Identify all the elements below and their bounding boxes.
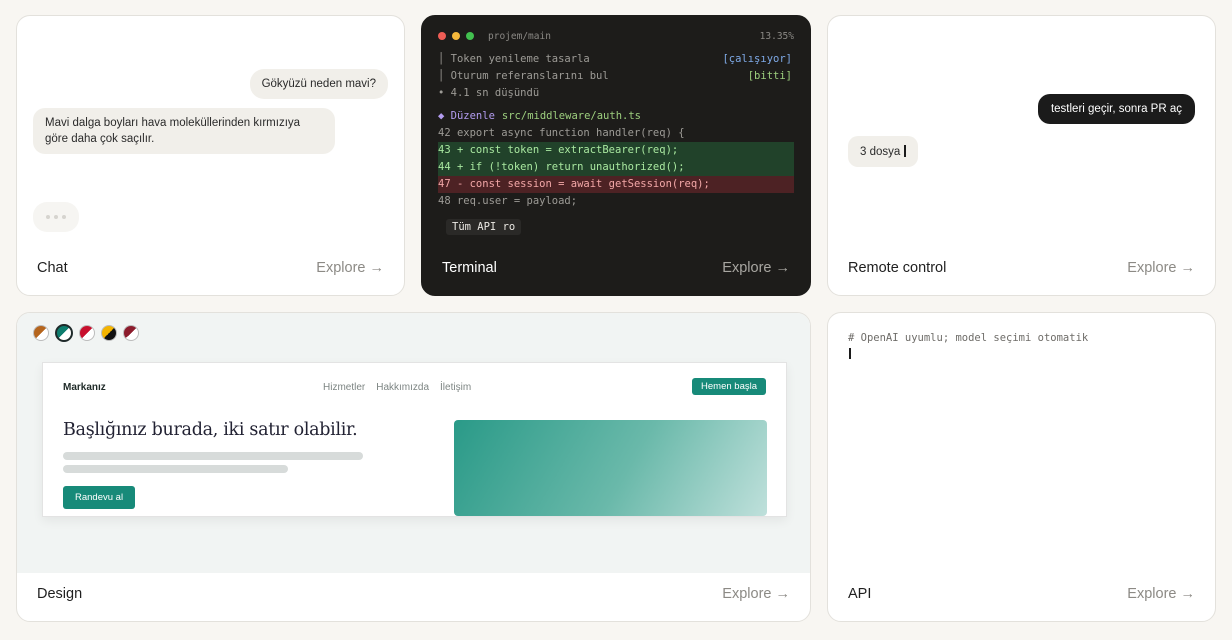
thought-text: • 4.1 sn düşündü (438, 87, 540, 99)
maximize-window-dot (466, 32, 474, 40)
site-nav: Hizmetler Hakkımızda İletişim (323, 382, 471, 393)
task-text: │ Token yenileme tasarla (438, 53, 590, 65)
chat-explore-link[interactable]: Explore → (316, 260, 384, 276)
remote-input-field[interactable]: 3 dosya (848, 136, 918, 167)
task-text: │ Oturum referanslarını bul (438, 70, 609, 82)
site-nav-item[interactable]: Hakkımızda (376, 382, 429, 393)
typing-indicator (33, 202, 79, 232)
task-status: [bitti] (747, 70, 792, 82)
site-brand: Markanız (63, 382, 106, 393)
typing-dot (62, 215, 66, 219)
theme-swatch[interactable] (123, 325, 139, 341)
api-card-footer: API Explore → (828, 567, 1215, 621)
site-cta-button[interactable]: Hemen başla (692, 378, 766, 395)
site-nav-item[interactable]: İletişim (440, 382, 471, 393)
theme-swatch[interactable] (33, 325, 49, 341)
theme-swatch[interactable] (79, 325, 95, 341)
terminal-card-title: Terminal (442, 260, 497, 276)
terminal-titlebar: projem/main 13.35% (438, 28, 794, 44)
thought-line: • 4.1 sn düşündü (438, 85, 794, 102)
chat-card-title: Chat (37, 260, 68, 276)
edit-prefix: ◆ Düzenle (438, 110, 495, 122)
design-card-footer: Design Explore → (17, 567, 810, 621)
terminal-path: projem/main (488, 30, 551, 42)
theme-swatches (33, 324, 139, 342)
site-nav-item[interactable]: Hizmetler (323, 382, 365, 393)
task-line: │ Token yenileme tasarla [çalışıyor] (438, 51, 794, 68)
task-line: │ Oturum referanslarını bul [bitti] (438, 68, 794, 85)
remote-explore-link[interactable]: Explore → (1127, 260, 1195, 276)
chat-bot-message: Mavi dalga boyları hava moleküllerinden … (33, 108, 335, 154)
terminal-percent: 13.35% (759, 30, 794, 42)
terminal-card[interactable]: projem/main 13.35% │ Token yenileme tasa… (421, 15, 811, 296)
terminal-tag: Tüm API ro (446, 219, 522, 235)
diff-line-added: 44 + if (!token) return unauthorized(); (438, 159, 794, 176)
design-explore-link[interactable]: Explore → (722, 586, 790, 602)
api-card-title: API (848, 586, 872, 602)
remote-control-card[interactable]: testleri geçir, sonra PR aç 3 dosya Remo… (827, 15, 1216, 296)
design-card[interactable]: Markanız Hizmetler Hakkımızda İletişim H… (16, 312, 811, 622)
design-card-title: Design (37, 586, 83, 602)
remote-card-footer: Remote control Explore → (828, 241, 1215, 295)
chat-user-message: Gökyüzü neden mavi? (249, 69, 388, 99)
site-headline: Başlığınız burada, iki satır olabilir. (63, 420, 358, 440)
design-preview-canvas: Markanız Hizmetler Hakkımızda İletişim H… (17, 313, 810, 573)
api-card[interactable]: # OpenAI uyumlu; model seçimi otomatik A… (827, 312, 1216, 622)
edit-line: ◆ Düzenle src/middleware/auth.ts (438, 108, 794, 125)
chat-card[interactable]: Gökyüzü neden mavi? Mavi dalga boyları h… (16, 15, 405, 296)
text-caret (849, 348, 851, 359)
remote-input-value: 3 dosya (860, 146, 901, 158)
chat-card-footer: Chat Explore → (17, 241, 404, 295)
api-code-comment: # OpenAI uyumlu; model seçimi otomatik (848, 332, 1089, 344)
diff-line: 48 req.user = payload; (438, 195, 578, 207)
terminal-output: │ Token yenileme tasarla [çalışıyor] │ O… (438, 51, 794, 210)
edit-file: src/middleware/auth.ts (501, 110, 641, 122)
terminal-card-footer: Terminal Explore → (422, 241, 810, 295)
typing-dot (54, 215, 58, 219)
typing-dot (46, 215, 50, 219)
minimize-window-dot (452, 32, 460, 40)
text-placeholder-bar (63, 465, 288, 473)
diff-line: 42 export async function handler(req) { (438, 127, 685, 139)
remote-card-title: Remote control (848, 260, 947, 276)
theme-swatch[interactable] (55, 324, 73, 342)
text-caret (904, 145, 906, 157)
site-appointment-button[interactable]: Randevu al (63, 486, 136, 509)
site-hero-image (454, 420, 767, 516)
remote-user-message: testleri geçir, sonra PR aç (1037, 94, 1195, 124)
text-placeholder-bar (63, 452, 363, 460)
theme-swatch[interactable] (101, 325, 117, 341)
website-mockup: Markanız Hizmetler Hakkımızda İletişim H… (42, 362, 787, 517)
task-status: [çalışıyor] (722, 53, 792, 65)
close-window-dot (438, 32, 446, 40)
diff-line-added: 43 + const token = extractBearer(req); (438, 142, 794, 159)
api-explore-link[interactable]: Explore → (1127, 586, 1195, 602)
diff-line-removed: 47 - const session = await getSession(re… (438, 176, 794, 193)
terminal-explore-link[interactable]: Explore → (722, 260, 790, 276)
